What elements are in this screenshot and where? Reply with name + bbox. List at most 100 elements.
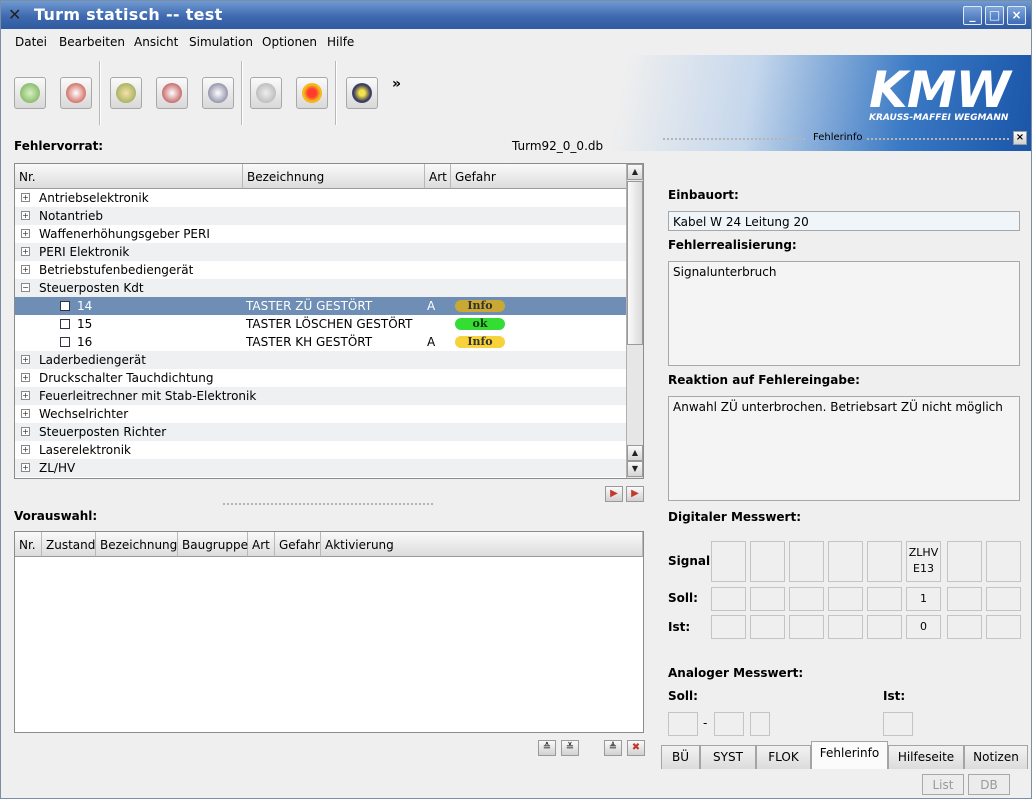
child-checkbox[interactable]	[60, 319, 70, 329]
minimize-button[interactable]: _	[963, 6, 982, 25]
expand-icon[interactable]: +	[21, 355, 30, 364]
signal-cell	[867, 541, 902, 582]
expand-icon[interactable]: +	[21, 211, 30, 220]
tab-hilfeseite[interactable]: Hilfeseite	[888, 745, 964, 769]
reaktion-label: Reaktion auf Fehlereingabe:	[668, 373, 860, 387]
column-header-gefahr[interactable]: Gefahr	[451, 164, 627, 189]
menu-hilfe[interactable]: Hilfe	[327, 35, 354, 49]
delete-document-icon[interactable]	[156, 77, 188, 109]
tab-fehlerinfo[interactable]: Fehlerinfo	[811, 741, 888, 769]
expand-icon[interactable]: +	[21, 193, 30, 202]
collapse-icon[interactable]: −	[21, 283, 30, 292]
tab-syst[interactable]: SYST	[700, 745, 756, 769]
child-checkbox[interactable]	[60, 301, 70, 311]
close-panel-icon[interactable]: ×	[1013, 131, 1027, 145]
menu-datei[interactable]: Datei	[15, 35, 47, 49]
tree-group-row[interactable]: + Feuerleitrechner mit Stab-Elektronik	[15, 387, 627, 405]
toolbar-separator	[99, 61, 101, 125]
expand-icon[interactable]: +	[21, 373, 30, 382]
child-art: A	[427, 299, 436, 313]
remove-icon[interactable]: ✖	[627, 740, 645, 756]
child-art: A	[427, 335, 436, 349]
move-down-icon[interactable]: ≚	[561, 740, 579, 756]
menu-bearbeiten[interactable]: Bearbeiten	[59, 35, 125, 49]
stop-document-icon[interactable]	[60, 77, 92, 109]
menu-optionen[interactable]: Optionen	[262, 35, 317, 49]
tree-scrollbar[interactable]: ▲ ▲ ▼	[626, 164, 643, 478]
tree-group-row[interactable]: + Wechselrichter	[15, 405, 627, 423]
column-header-nr[interactable]: Nr.	[15, 164, 243, 189]
tree-group-row[interactable]: + PERI Elektronik	[15, 243, 627, 261]
column-header-aktivierung[interactable]: Aktivierung	[321, 532, 643, 557]
tab-bue[interactable]: BÜ	[661, 745, 700, 769]
column-header-art[interactable]: Art	[425, 164, 451, 189]
tree-group-row[interactable]: + Notantrieb	[15, 207, 627, 225]
move-top-icon[interactable]: ≜	[604, 740, 622, 756]
toolbar-overflow-icon[interactable]: »	[392, 76, 401, 92]
tree-group-row[interactable]: + Antriebselektronik	[15, 189, 627, 207]
tab-notizen[interactable]: Notizen	[964, 745, 1028, 769]
expand-icon[interactable]: +	[21, 247, 30, 256]
tree-group-row-expanded[interactable]: − Steuerposten Kdt	[15, 279, 627, 297]
expand-icon[interactable]: +	[21, 463, 30, 472]
tree-group-row[interactable]: + ZL/HV	[15, 459, 627, 477]
expand-icon[interactable]: +	[21, 391, 30, 400]
tree-child-row-selected[interactable]: 14 TASTER ZÜ GESTÖRT A Info	[15, 297, 627, 315]
add-to-selection-icon[interactable]: ▶	[605, 486, 623, 502]
column-header-bezeichnung[interactable]: Bezeichnung	[243, 164, 425, 189]
child-checkbox[interactable]	[60, 337, 70, 347]
tab-flok[interactable]: FLOK	[756, 745, 811, 769]
tree-group-row[interactable]: + Laserelektronik	[15, 441, 627, 459]
list-button[interactable]: List	[922, 774, 964, 795]
maximize-button[interactable]: □	[985, 6, 1004, 25]
expand-icon[interactable]: +	[21, 427, 30, 436]
expand-icon[interactable]: +	[21, 445, 30, 454]
close-window-button[interactable]: ×	[1007, 6, 1026, 25]
tree-group-row[interactable]: + Steuerposten Richter	[15, 423, 627, 441]
app-icon[interactable]: ✕	[8, 6, 26, 24]
panel-grip	[663, 138, 805, 140]
einbauort-label: Einbauort:	[668, 188, 739, 202]
user-flag-icon[interactable]	[346, 77, 378, 109]
scroll-thumb[interactable]	[627, 181, 643, 345]
soll-cell	[750, 587, 785, 611]
column-header-baugruppe[interactable]: Baugruppe	[178, 532, 248, 557]
tree-group-row[interactable]: + Waffenerhöhungsgeber PERI	[15, 225, 627, 243]
group-label: ZL/HV	[39, 461, 76, 475]
child-nr: 15	[77, 317, 93, 331]
column-header-zustand[interactable]: Zustand	[42, 532, 96, 557]
expand-icon[interactable]: +	[21, 265, 30, 274]
open-icon[interactable]	[14, 77, 46, 109]
edit-icon[interactable]	[202, 77, 234, 109]
tree-group-row[interactable]: + Laderbediengerät	[15, 351, 627, 369]
db-button[interactable]: DB	[968, 774, 1010, 795]
tree-child-row[interactable]: 16 TASTER KH GESTÖRT A Info	[15, 333, 627, 351]
splitter-handle[interactable]	[223, 503, 433, 505]
signal-name-line2: E13	[913, 562, 934, 575]
menu-simulation[interactable]: Simulation	[189, 35, 253, 49]
scroll-up-icon[interactable]: ▲	[627, 164, 643, 180]
child-bezeichnung: TASTER LÖSCHEN GESTÖRT	[246, 317, 413, 331]
column-header-gefahr[interactable]: Gefahr	[275, 532, 321, 557]
scroll-up-icon[interactable]: ▲	[627, 445, 643, 461]
move-up-icon[interactable]: ≙	[538, 740, 556, 756]
target-icon[interactable]	[296, 77, 328, 109]
soll-cell	[947, 587, 982, 611]
column-header-nr[interactable]: Nr.	[15, 532, 42, 557]
tree-group-row[interactable]: + Betriebstufenbediengerät	[15, 261, 627, 279]
expand-icon[interactable]: +	[21, 229, 30, 238]
error-f-icon[interactable]	[250, 77, 282, 109]
scroll-down-icon[interactable]: ▼	[627, 461, 643, 477]
tree-child-row[interactable]: 15 TASTER LÖSCHEN GESTÖRT ok	[15, 315, 627, 333]
signal-cell	[828, 541, 863, 582]
tree-group-row[interactable]: + Druckschalter Tauchdichtung	[15, 369, 627, 387]
column-header-bezeichnung[interactable]: Bezeichnung	[96, 532, 178, 557]
expand-icon[interactable]: +	[21, 409, 30, 418]
child-nr: 14	[77, 299, 93, 313]
signal-cell	[947, 541, 982, 582]
vorauswahl-label: Vorauswahl:	[14, 509, 98, 523]
add-all-to-selection-icon[interactable]: ▶	[626, 486, 644, 502]
menu-ansicht[interactable]: Ansicht	[134, 35, 178, 49]
column-header-art[interactable]: Art	[248, 532, 275, 557]
import-icon[interactable]	[110, 77, 142, 109]
